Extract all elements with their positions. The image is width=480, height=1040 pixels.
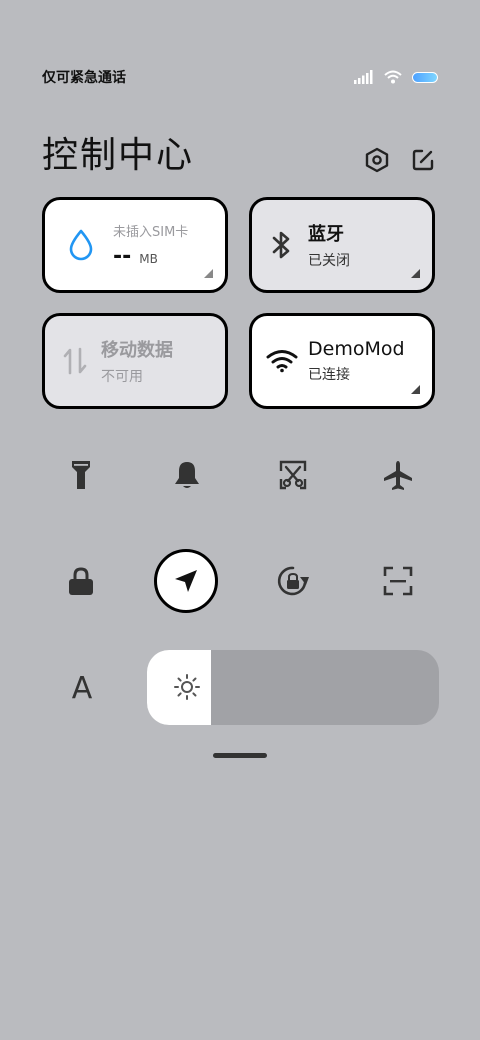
bluetooth-tile[interactable]: 蓝牙 已关闭 <box>249 197 435 293</box>
control-center: 仅可紧急通话 控制中心 未插入SIM卡 -- MB 蓝牙 已关闭 移动数据 不可… <box>0 0 480 1040</box>
bluetooth-title: 蓝牙 <box>308 224 344 245</box>
sim-status-text: 未插入SIM卡 <box>113 225 189 240</box>
scan-icon <box>383 566 413 596</box>
edit-button[interactable] <box>409 146 437 174</box>
data-unit: MB <box>139 252 158 266</box>
screenshot-toggle[interactable] <box>261 443 325 507</box>
mobile-data-title: 移动数据 <box>101 340 173 361</box>
data-arrows-icon <box>63 347 87 375</box>
mute-toggle[interactable] <box>155 443 219 507</box>
wifi-tile[interactable]: DemoMod 已连接 <box>249 313 435 409</box>
mobile-data-status: 不可用 <box>101 369 143 385</box>
rotation-lock-icon <box>277 566 309 596</box>
hexagon-settings-icon <box>365 147 389 173</box>
water-drop-icon <box>69 229 93 261</box>
flashlight-toggle[interactable] <box>49 443 113 507</box>
tile-corner-icon <box>204 269 213 278</box>
drag-handle[interactable] <box>213 753 267 758</box>
flashlight-icon <box>72 461 90 489</box>
location-toggle[interactable] <box>154 549 218 613</box>
bell-icon <box>175 462 199 488</box>
airplane-toggle[interactable] <box>366 443 430 507</box>
wifi-network-name: DemoMod <box>308 338 405 360</box>
status-bar: 仅可紧急通话 <box>42 62 438 92</box>
page-title: 控制中心 <box>42 135 195 176</box>
wifi-icon <box>384 70 402 84</box>
wifi-tile-icon <box>266 350 298 373</box>
brightness-slider[interactable] <box>147 650 439 725</box>
screenshot-icon <box>279 460 307 490</box>
lock-icon <box>69 567 93 595</box>
edit-icon <box>412 149 434 171</box>
lock-toggle[interactable] <box>49 549 113 613</box>
location-icon <box>175 570 197 592</box>
tile-corner-icon <box>411 269 420 278</box>
bluetooth-icon <box>272 231 290 259</box>
status-icons <box>354 70 438 84</box>
font-size-button[interactable]: A <box>60 668 104 708</box>
data-value: -- <box>113 244 132 269</box>
sun-icon <box>174 674 200 700</box>
wifi-status: 已连接 <box>308 367 350 383</box>
carrier-text: 仅可紧急通话 <box>42 70 126 86</box>
mobile-data-tile[interactable]: 移动数据 不可用 <box>42 313 228 409</box>
tile-corner-icon <box>411 385 420 394</box>
scan-toggle[interactable] <box>366 549 430 613</box>
airplane-icon <box>384 461 412 490</box>
bluetooth-status: 已关闭 <box>308 253 350 269</box>
rotation-lock-toggle[interactable] <box>261 549 325 613</box>
signal-icon <box>354 70 373 84</box>
settings-button[interactable] <box>363 146 391 174</box>
data-usage-tile[interactable]: 未插入SIM卡 -- MB <box>42 197 228 293</box>
battery-icon <box>412 71 438 83</box>
